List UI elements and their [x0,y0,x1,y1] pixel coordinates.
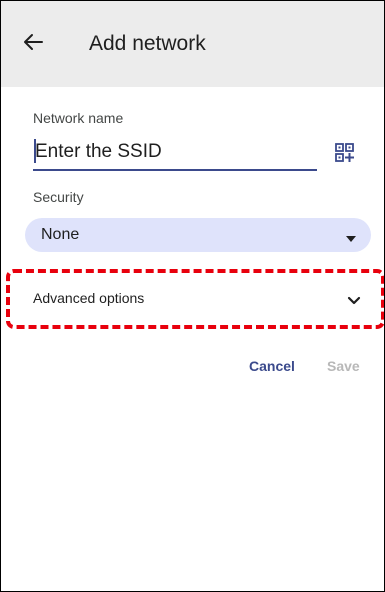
network-name-label: Network name [33,110,124,126]
app-bar: Add network [1,1,384,87]
advanced-options-row[interactable]: Advanced options [9,273,377,323]
cancel-button[interactable]: Cancel [249,358,295,374]
scan-qr-button[interactable] [333,141,357,165]
qr-code-scanner-icon [333,143,357,169]
security-dropdown[interactable]: None [25,218,371,252]
chevron-down-icon [347,292,361,310]
ssid-input[interactable]: Enter the SSID [33,135,317,171]
security-selected-value: None [41,226,80,243]
dropdown-arrow-icon [345,230,357,248]
screen: Add network Network name Enter the SSID [0,0,385,592]
page-title: Add network [89,32,206,55]
security-label: Security [33,189,84,205]
save-button: Save [327,358,360,374]
back-button[interactable] [15,29,51,59]
arrow-left-icon [23,33,43,56]
advanced-options-label: Advanced options [33,290,145,306]
ssid-placeholder: Enter the SSID [35,141,162,162]
